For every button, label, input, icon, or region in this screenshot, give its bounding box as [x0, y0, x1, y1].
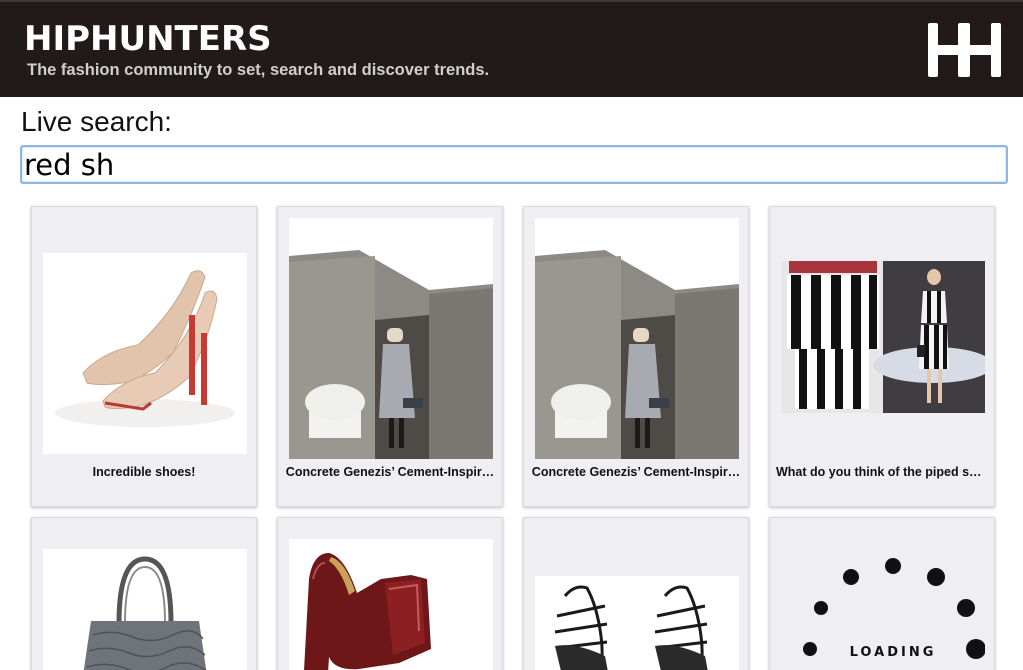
- snakeskin-handbag-image: [43, 549, 247, 670]
- result-card[interactable]: [277, 517, 503, 670]
- brand-tagline: The fashion community to set, search and…: [27, 61, 490, 79]
- black-strappy-sandals-image: [535, 576, 739, 670]
- nude-platform-heels-image: [43, 253, 247, 454]
- loading-label: LOADING: [850, 645, 937, 660]
- loading-spinner-image: LOADING: [781, 528, 985, 670]
- result-caption: Incredible shoes!: [92, 465, 196, 479]
- result-card[interactable]: [523, 517, 749, 670]
- site-header: HIPHUNTERS The fashion community to set,…: [0, 0, 1023, 97]
- result-caption: Concrete Genezis’ Cement-Inspir…: [531, 465, 741, 479]
- result-card[interactable]: [31, 517, 257, 670]
- model-at-concrete-bunker-image: [535, 218, 739, 459]
- result-card: LOADING: [769, 517, 995, 670]
- brand-logo-text[interactable]: HIPHUNTERS: [24, 22, 272, 56]
- result-card[interactable]: Concrete Genezis’ Cement-Inspir…: [523, 206, 749, 507]
- live-search-label: Live search:: [21, 106, 172, 137]
- striped-skirt-runway-image: [781, 261, 985, 413]
- model-at-concrete-bunker-image: [289, 218, 493, 459]
- hh-monogram-icon[interactable]: [928, 23, 1003, 77]
- result-card[interactable]: Incredible shoes!: [31, 206, 257, 507]
- live-search-input[interactable]: [20, 145, 1008, 184]
- result-caption: Concrete Genezis’ Cement-Inspir…: [285, 465, 495, 479]
- page: HIPHUNTERS The fashion community to set,…: [0, 0, 1023, 670]
- result-caption: What do you think of the piped ski…: [776, 465, 988, 479]
- burgundy-patent-shoe-image: [289, 539, 493, 670]
- result-card[interactable]: What do you think of the piped ski…: [769, 206, 995, 507]
- result-card[interactable]: Concrete Genezis’ Cement-Inspir…: [277, 206, 503, 507]
